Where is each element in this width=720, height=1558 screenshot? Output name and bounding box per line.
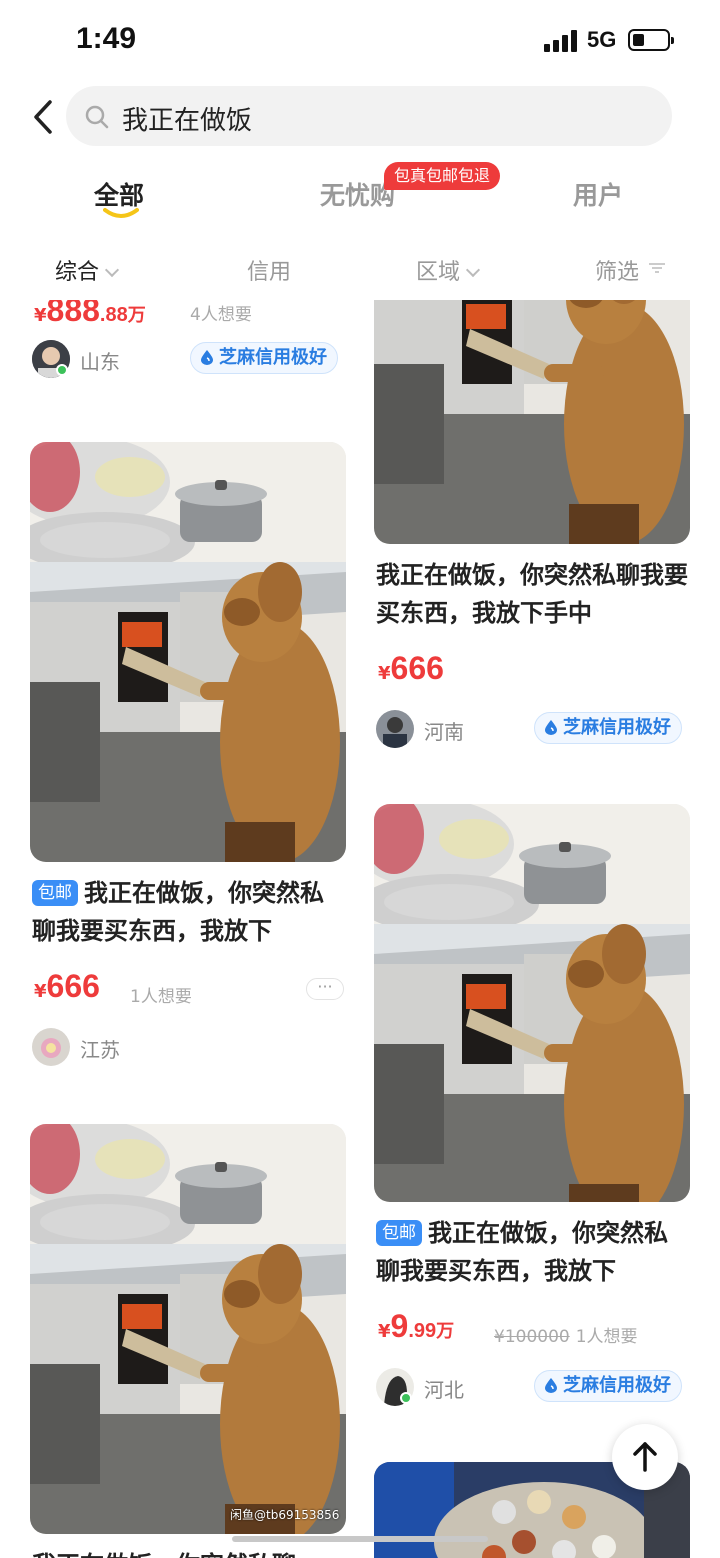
filter-region-label: 区域 <box>416 260 461 285</box>
price: ¥888.88万 <box>34 300 146 328</box>
search-results-page: 1:49 5G 我正在做饭 全部 无忧购 包真包邮包退 用户 综合 信用 区域 … <box>0 0 720 1558</box>
price: ¥666 <box>378 650 444 686</box>
filter-icon <box>649 263 665 273</box>
seller-region: 山东 <box>80 350 120 374</box>
product-photo[interactable] <box>374 300 690 544</box>
more-options-button[interactable]: ··· <box>306 978 344 1000</box>
product-title[interactable]: 包邮 我正在做饭，你突然私聊我要买东西，我放下 <box>32 874 346 950</box>
chevron-down-icon <box>104 262 120 278</box>
avatar[interactable] <box>376 710 414 748</box>
free-shipping-badge: 包邮 <box>376 1220 422 1246</box>
search-input[interactable]: 我正在做饭 <box>66 86 672 146</box>
back-to-top-button[interactable] <box>612 1424 678 1490</box>
battery-icon <box>628 29 674 51</box>
sesame-drop-icon <box>545 720 557 735</box>
filter-overall[interactable]: 综合 <box>55 254 120 286</box>
tab-users[interactable]: 用户 <box>573 176 623 212</box>
network-type: 5G <box>587 27 617 52</box>
credit-badge: 芝麻信用极好 <box>534 712 682 744</box>
search-query: 我正在做饭 <box>122 106 253 136</box>
sesame-drop-icon <box>545 1378 557 1393</box>
arrow-up-icon <box>633 1442 657 1472</box>
tab-active-underline <box>103 208 139 218</box>
original-price: ¥100000 <box>494 1327 570 1347</box>
filter-overall-label: 综合 <box>55 260 100 285</box>
price: ¥9.99万 <box>378 1308 455 1344</box>
product-photo[interactable] <box>374 804 690 1202</box>
product-card[interactable]: 包邮 我正在做饭，你突然私聊我要买东西，我放下 ¥666 1人想要 ··· 江苏 <box>30 442 346 1082</box>
product-title[interactable]: 我正在做饭，你突然私聊我要买东西，我放下手中 <box>376 556 690 632</box>
back-arrow-icon[interactable] <box>30 98 60 138</box>
product-title[interactable]: 我正在做饭，你突然私聊 <box>32 1546 346 1558</box>
sesame-drop-icon <box>201 350 213 365</box>
filter-credit[interactable]: 信用 <box>247 254 291 286</box>
filter-screen[interactable]: 筛选 <box>595 254 639 286</box>
product-card[interactable]: 包邮 我正在做饭，你突然私聊我要买东西，我放下 ¥9.99万 ¥100000 1人想… <box>374 804 690 1414</box>
signal-icon <box>544 30 580 52</box>
product-card[interactable]: 我正在做饭，你突然私聊我要买东西，我放下手中 ¥666 河南 芝麻信用极好 <box>374 300 690 750</box>
status-bar: 1:49 5G <box>0 0 720 80</box>
product-photo[interactable]: 闲鱼@tb69153856 <box>30 1124 346 1534</box>
seller-region: 江苏 <box>80 1038 120 1062</box>
avatar[interactable] <box>32 1028 70 1066</box>
want-count: 1人想要 <box>130 987 192 1007</box>
product-card[interactable]: ¥888.88万 4人想要 山东 芝麻信用极好 <box>30 300 346 392</box>
seller-region: 河南 <box>424 720 464 744</box>
credit-badge: 芝麻信用极好 <box>190 342 338 374</box>
price: ¥666 <box>34 968 100 1004</box>
home-indicator <box>232 1536 488 1542</box>
watermark: 闲鱼@tb69153856 <box>230 1508 340 1522</box>
search-icon <box>85 105 109 129</box>
want-count: ¥100000 1人想要 <box>494 1327 638 1347</box>
promo-badge: 包真包邮包退 <box>384 162 501 190</box>
chevron-down-icon <box>465 262 481 278</box>
status-time: 1:49 <box>76 22 137 55</box>
filter-region[interactable]: 区域 <box>416 254 481 286</box>
product-card[interactable]: 闲鱼@tb69153856 我正在做饭，你突然私聊 <box>30 1124 346 1558</box>
online-status-dot <box>56 364 68 376</box>
results-feed: ¥888.88万 4人想要 山东 芝麻信用极好 包邮 我正在做饭，你突然私聊我要买… <box>0 300 720 1558</box>
credit-badge: 芝麻信用极好 <box>534 1370 682 1402</box>
product-title[interactable]: 包邮 我正在做饭，你突然私聊我要买东西，我放下 <box>376 1214 690 1290</box>
free-shipping-badge: 包邮 <box>32 880 78 906</box>
seller-region: 河北 <box>424 1378 464 1402</box>
product-photo[interactable] <box>30 442 346 862</box>
online-status-dot <box>400 1392 412 1404</box>
want-count: 4人想要 <box>190 305 252 325</box>
